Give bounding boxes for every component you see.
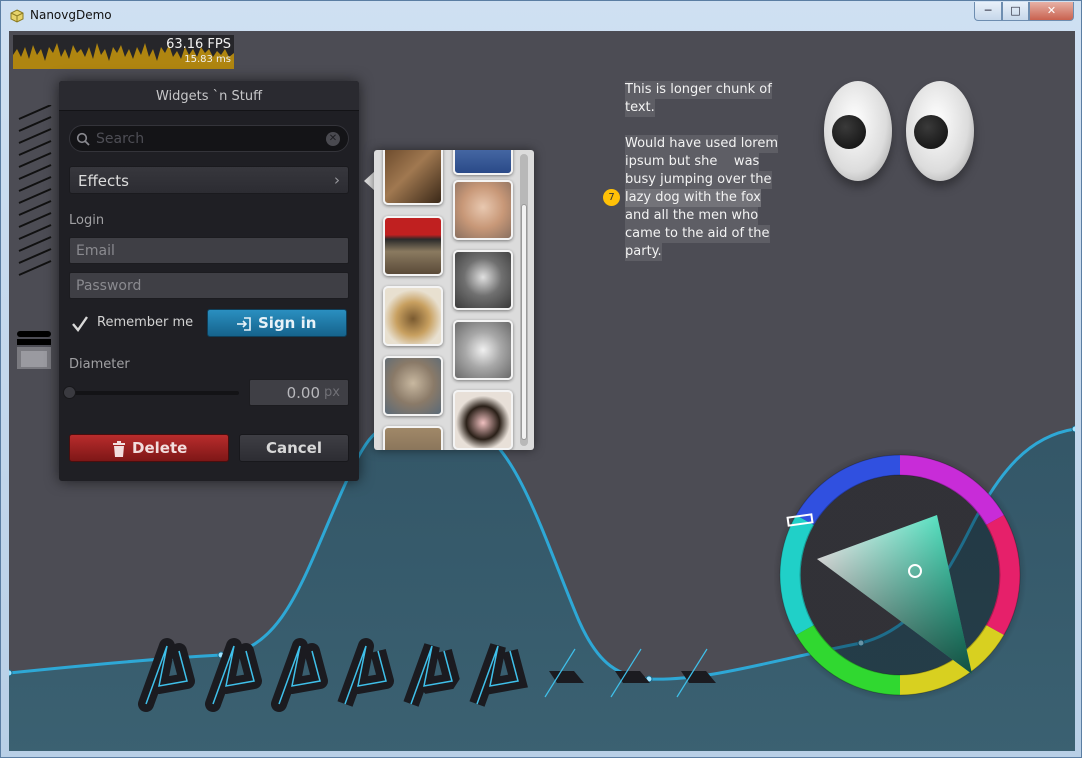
- bunny-photo[interactable]: [453, 180, 513, 240]
- delete-label: Delete: [132, 439, 188, 457]
- sign-in-button[interactable]: Sign in: [207, 309, 347, 337]
- chevron-right-icon: ›: [334, 171, 340, 189]
- paragraph-line: text.: [625, 99, 655, 117]
- right-eye: [906, 81, 974, 181]
- trash-icon: [113, 441, 125, 457]
- paragraph-text: This is longer chunk of text. Would have…: [625, 81, 778, 261]
- right-pupil: [914, 115, 948, 149]
- password-input[interactable]: [76, 276, 336, 296]
- pig-photo[interactable]: [453, 390, 513, 450]
- fps-graph: 63.16 FPS 15.83 ms: [13, 35, 234, 69]
- diameter-slider-track[interactable]: [69, 391, 239, 395]
- paragraph-line: This is longer chunk of: [625, 81, 772, 99]
- diameter-value: 0.00: [286, 384, 320, 402]
- panel-title: Widgets `n Stuff: [155, 89, 263, 104]
- effects-dropdown[interactable]: Effects ›: [69, 166, 349, 194]
- paragraph-line: party.: [625, 243, 662, 261]
- graph-point: [9, 669, 13, 677]
- remember-me-label[interactable]: Remember me: [97, 315, 193, 330]
- app-cube-icon: [10, 9, 24, 23]
- thumbnail-scroll-handle[interactable]: [521, 204, 527, 440]
- paragraph-line-highlighted: lazy dog with the fox: [625, 189, 761, 207]
- maximize-button[interactable]: □: [1002, 2, 1029, 21]
- color-wheel: [773, 448, 1027, 702]
- left-pupil: [832, 115, 866, 149]
- partial-photo[interactable]: [383, 426, 443, 450]
- minimize-button[interactable]: ─: [974, 2, 1002, 21]
- seal-photo[interactable]: [383, 356, 443, 416]
- scissor-lines-demo: [18, 105, 52, 276]
- frame-time: 15.83 ms: [184, 54, 231, 65]
- left-eye: [824, 81, 892, 181]
- app-window: NanovgDemo ─ □ ✕ 63.16 FPS 15.83 ms Widg…: [0, 0, 1082, 758]
- cancel-button[interactable]: Cancel: [239, 434, 349, 462]
- tortoise-photo[interactable]: [383, 286, 443, 346]
- widgets-panel: Widgets `n Stuff ✕ Effects › Login: [59, 81, 359, 481]
- diameter-unit: px: [324, 385, 340, 400]
- diameter-slider-knob[interactable]: [63, 386, 76, 399]
- mouse-photo[interactable]: [453, 320, 513, 380]
- fps-value: 63.16 FPS: [166, 37, 231, 52]
- delete-button[interactable]: Delete: [69, 434, 229, 462]
- paragraph-line: and all the men who: [625, 207, 759, 225]
- effects-label: Effects: [78, 172, 129, 190]
- email-input[interactable]: [76, 241, 336, 261]
- close-button[interactable]: ✕: [1029, 2, 1074, 21]
- search-box[interactable]: ✕: [69, 125, 349, 152]
- search-input[interactable]: [96, 129, 316, 149]
- password-field[interactable]: [69, 272, 349, 299]
- search-icon: [76, 132, 90, 146]
- clear-search-icon[interactable]: ✕: [326, 132, 340, 146]
- sign-in-label: Sign in: [258, 314, 317, 332]
- line-number-badge: 7: [603, 189, 620, 206]
- panel-header[interactable]: Widgets `n Stuff: [59, 81, 359, 111]
- login-label: Login: [69, 213, 105, 228]
- paragraph-line: busy jumping over the: [625, 171, 772, 189]
- email-field[interactable]: [69, 237, 349, 264]
- ferret-photo[interactable]: [453, 250, 513, 310]
- canvas-area: 63.16 FPS 15.83 ms Widgets `n Stuff Sear…: [9, 31, 1075, 751]
- login-icon: [237, 317, 251, 331]
- paragraph-line: came to the aid of the: [625, 225, 770, 243]
- paragraph-line: Would have used lorem: [625, 135, 778, 153]
- window-title: NanovgDemo: [30, 8, 112, 22]
- goldfish-photo[interactable]: [453, 150, 513, 175]
- thumbnail-popup: [374, 150, 534, 450]
- graph-point: [1071, 425, 1075, 433]
- diameter-label: Diameter: [69, 357, 130, 372]
- title-bar[interactable]: NanovgDemo ─ □ ✕: [1, 1, 1081, 31]
- diameter-field[interactable]: 0.00 px: [249, 379, 349, 406]
- cancel-label: Cancel: [265, 439, 322, 457]
- caps-demo: [17, 331, 51, 369]
- shrew-photo[interactable]: [383, 150, 443, 205]
- checkmark-icon[interactable]: [71, 315, 89, 333]
- paragraph-line: ipsum but she was: [625, 153, 760, 171]
- pirate-kitten-photo[interactable]: [383, 216, 443, 276]
